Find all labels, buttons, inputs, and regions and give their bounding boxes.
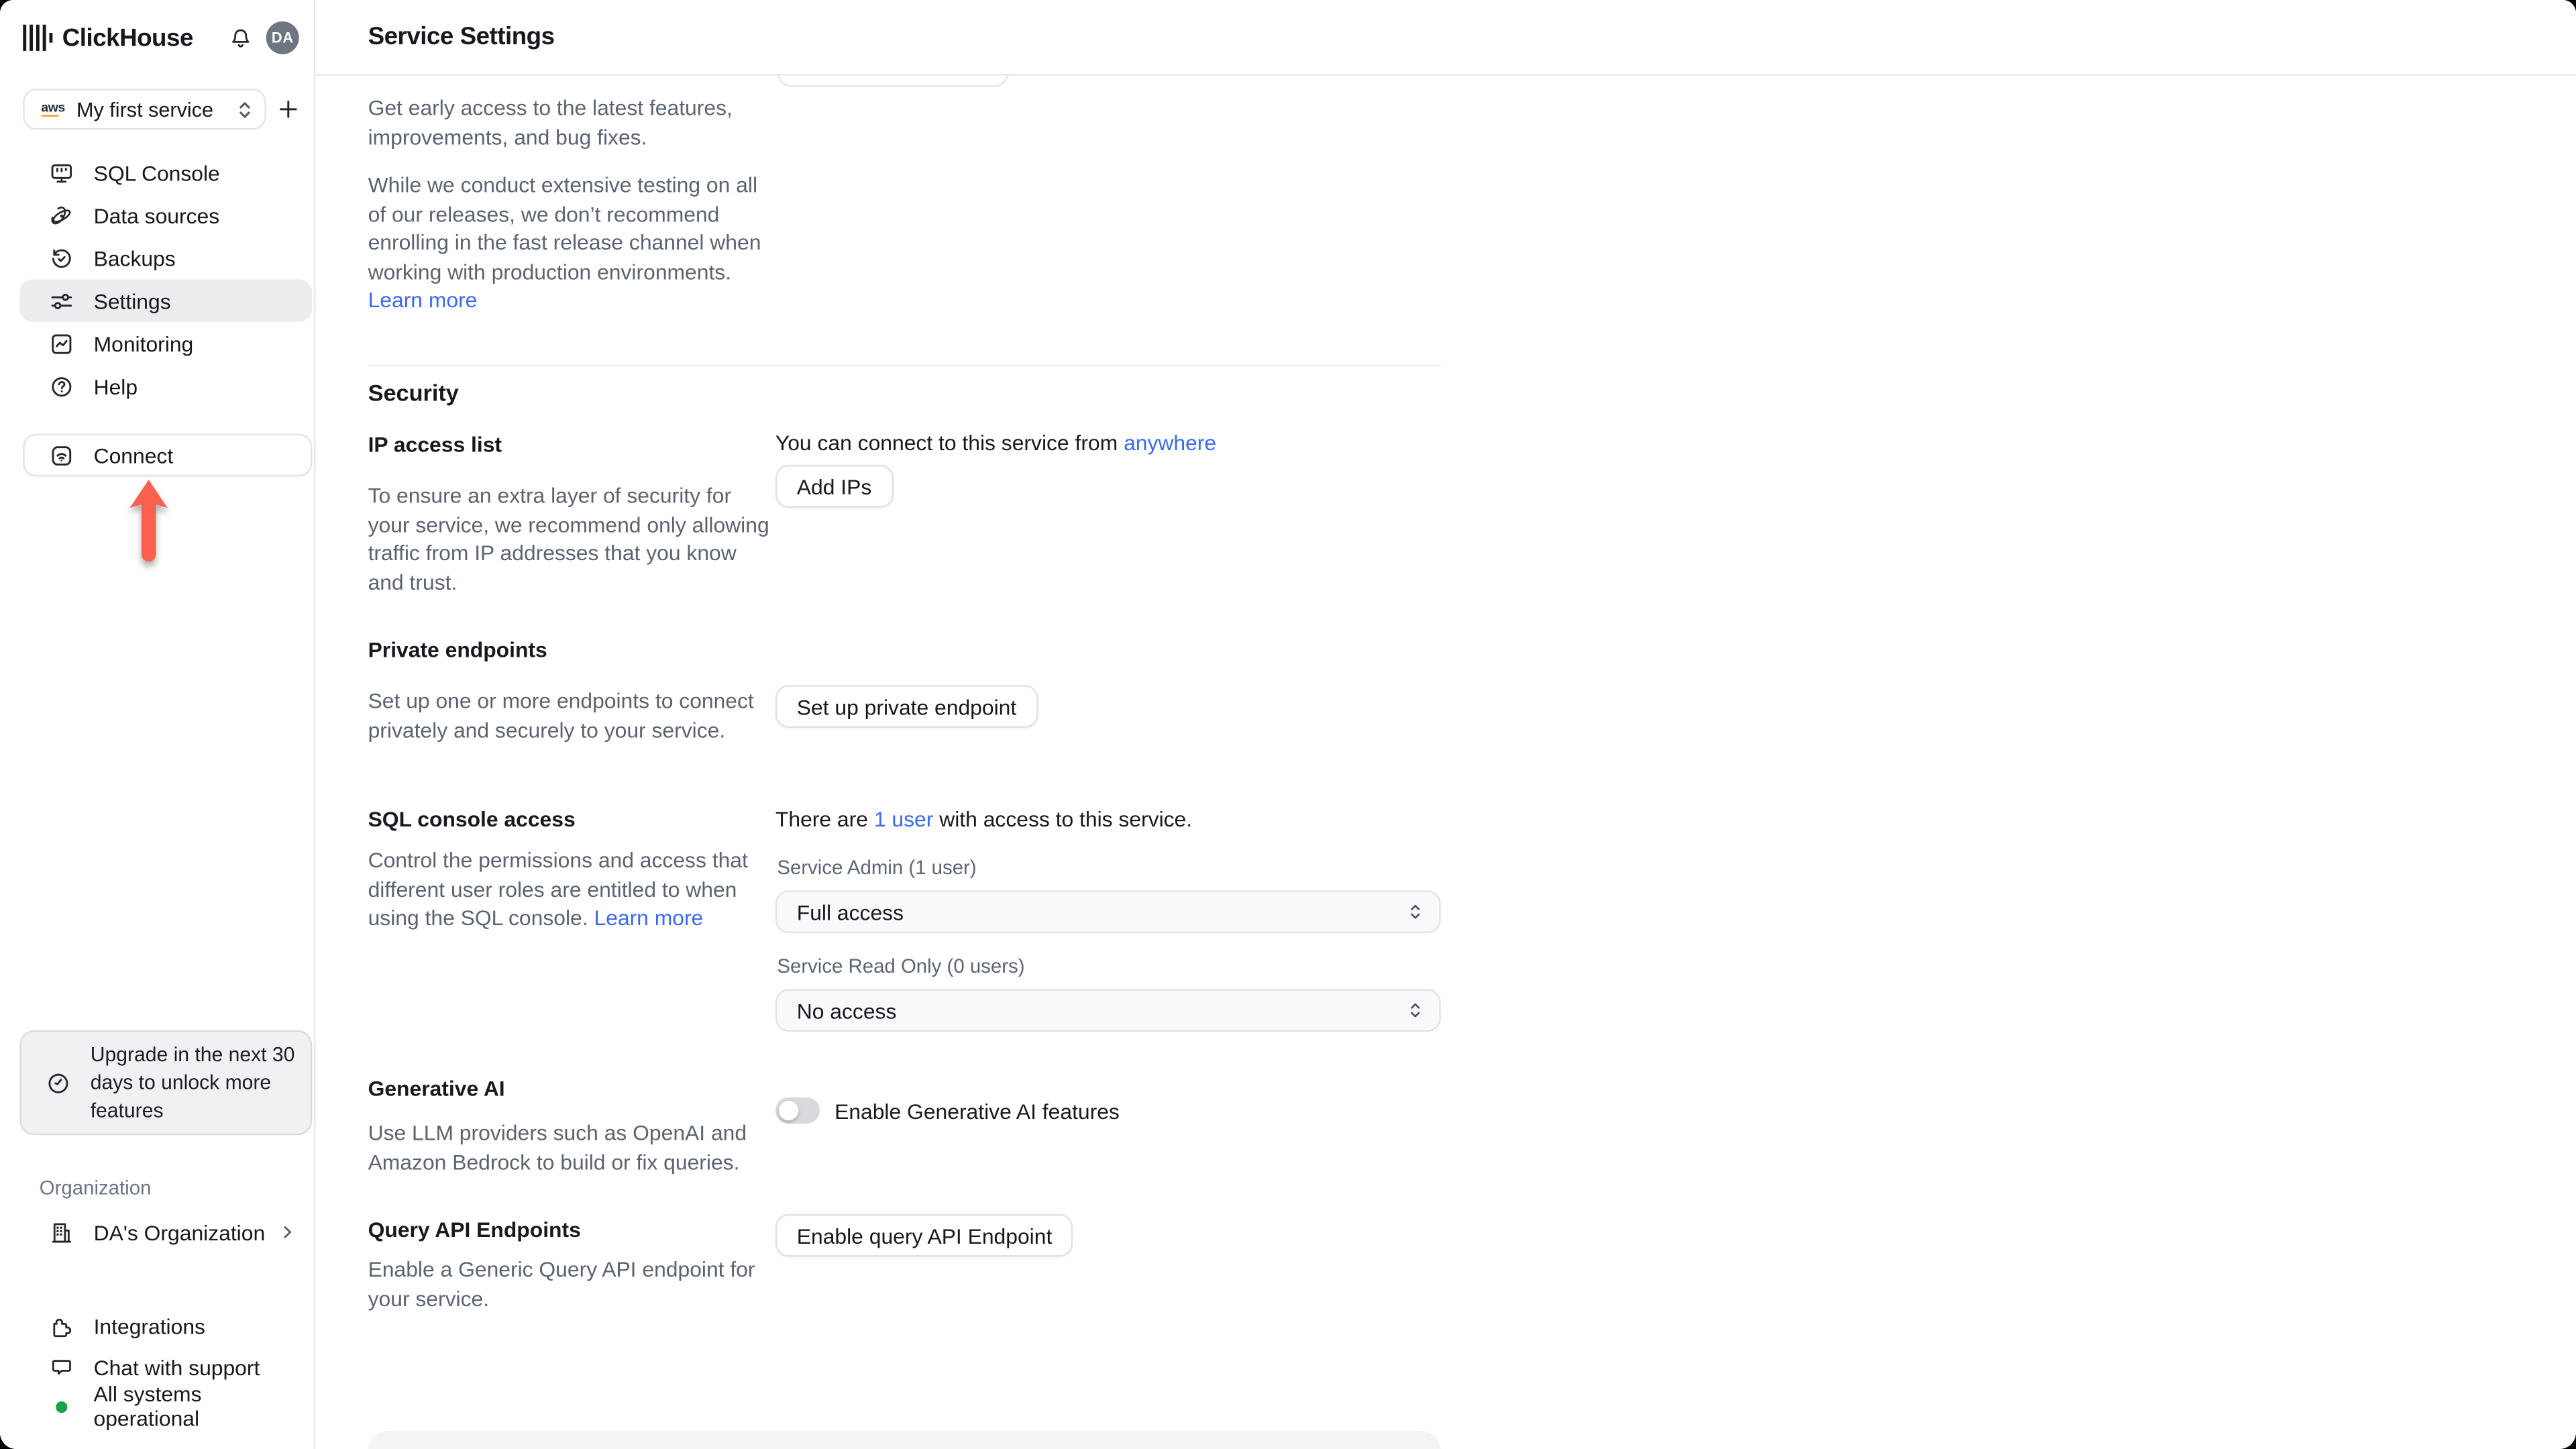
annotation-arrow-icon xyxy=(128,478,169,564)
sidebar-item-chat-support[interactable]: Chat with support xyxy=(19,1347,312,1387)
chevron-up-down-icon xyxy=(237,99,253,119)
generative-ai-toggle-label: Enable Generative AI features xyxy=(835,1098,1120,1123)
query-api-endpoints-description: Enable a Generic Query API endpoint for … xyxy=(368,1256,755,1311)
ip-access-connect-line: You can connect to this service from any… xyxy=(775,430,1217,455)
sidebar-item-monitoring[interactable]: Monitoring xyxy=(19,322,312,365)
release-channel-description-1: Get early access to the latest features,… xyxy=(368,95,733,149)
sidebar-item-label: SQL Console xyxy=(93,160,220,185)
backups-restore-icon xyxy=(49,246,74,270)
sidebar-item-backups[interactable]: Backups xyxy=(19,237,312,280)
one-user-link[interactable]: 1 user xyxy=(874,806,934,831)
learn-more-link[interactable]: Learn more xyxy=(368,288,478,313)
sql-console-access-title: SQL console access xyxy=(368,806,576,832)
sidebar-item-sql-console[interactable]: SQL Console xyxy=(19,151,312,194)
sql-console-access-description: Control the permissions and access that … xyxy=(368,847,748,930)
integrations-puzzle-icon xyxy=(49,1313,74,1338)
clickhouse-logo-icon xyxy=(23,24,53,51)
sidebar: ClickHouse DA aws My first service SQL C… xyxy=(0,0,316,1449)
sql-console-users-line: There are 1 user with access to this ser… xyxy=(775,806,1193,832)
page-header: Service Settings xyxy=(315,0,2576,76)
query-api-endpoints-title: Query API Endpoints xyxy=(368,1217,581,1242)
ip-access-list-description: To ensure an extra layer of security for… xyxy=(368,483,769,594)
chevron-right-icon xyxy=(279,1224,295,1240)
connect-icon xyxy=(49,443,74,468)
generative-ai-toggle-row: Enable Generative AI features xyxy=(775,1097,1120,1124)
service-admin-select[interactable]: Full access xyxy=(775,890,1441,934)
sidebar-item-label: Settings xyxy=(93,288,171,313)
ip-access-list-title: IP access list xyxy=(368,432,502,457)
add-service-button[interactable] xyxy=(270,91,306,127)
sidebar-item-label: Backups xyxy=(93,246,176,270)
private-endpoints-title: Private endpoints xyxy=(368,637,547,662)
sidebar-item-label: Data sources xyxy=(93,203,220,228)
chevron-up-down-icon xyxy=(1408,902,1423,921)
generative-ai-toggle[interactable] xyxy=(775,1097,820,1124)
sidebar-item-help[interactable]: Help xyxy=(19,365,312,408)
main-content: Service Settings Get early access to the… xyxy=(315,0,2576,1449)
status-green-dot-icon xyxy=(56,1400,68,1412)
service-selector-label: My first service xyxy=(76,97,214,121)
chevron-up-down-icon xyxy=(1408,1000,1423,1020)
data-sources-icon xyxy=(49,203,74,227)
service-admin-label: Service Admin (1 user) xyxy=(777,855,977,879)
upgrade-notice-text: Upgrade in the next 30 days to unlock mo… xyxy=(90,1042,295,1122)
service-read-only-select-value: No access xyxy=(796,998,897,1023)
setup-private-endpoint-button[interactable]: Set up private endpoint xyxy=(775,685,1038,728)
learn-more-link[interactable]: Learn more xyxy=(594,905,703,930)
enable-query-api-endpoint-button[interactable]: Enable query API Endpoint xyxy=(775,1214,1074,1257)
sidebar-item-settings[interactable]: Settings xyxy=(19,279,313,323)
upgrade-notice[interactable]: Upgrade in the next 30 days to unlock mo… xyxy=(19,1030,313,1136)
add-ips-button[interactable]: Add IPs xyxy=(775,465,894,508)
sidebar-item-label: Help xyxy=(93,374,138,398)
release-channel-select-partial[interactable] xyxy=(777,75,1009,87)
monitoring-chart-icon xyxy=(49,331,74,356)
private-endpoints-description: Set up one or more endpoints to connect … xyxy=(368,688,754,742)
brand-name: ClickHouse xyxy=(62,23,194,52)
service-read-only-select[interactable]: No access xyxy=(775,989,1441,1032)
organization-item[interactable]: DA's Organization xyxy=(19,1212,312,1252)
settings-sliders-icon xyxy=(49,288,74,313)
next-section-card-partial xyxy=(368,1431,1441,1449)
section-divider xyxy=(368,364,1441,367)
service-read-only-label: Service Read Only (0 users) xyxy=(777,954,1025,978)
app-window: ClickHouse DA aws My first service SQL C… xyxy=(0,0,2576,1449)
sidebar-nav: SQL Console Data sources Backups Setting… xyxy=(19,151,313,408)
chat-bubble-icon xyxy=(49,1354,74,1379)
connect-button-label: Connect xyxy=(93,443,174,468)
connect-button[interactable]: Connect xyxy=(23,433,313,477)
help-question-icon xyxy=(49,374,74,398)
service-admin-select-value: Full access xyxy=(796,899,904,924)
notifications-bell-icon[interactable] xyxy=(228,25,253,50)
page-title: Service Settings xyxy=(368,23,555,51)
anywhere-link[interactable]: anywhere xyxy=(1124,431,1216,455)
sidebar-item-label: Integrations xyxy=(93,1313,205,1338)
organization-section-label: Organization xyxy=(39,1176,152,1199)
avatar[interactable]: DA xyxy=(266,21,299,54)
sidebar-item-integrations[interactable]: Integrations xyxy=(19,1306,312,1346)
system-status[interactable]: All systems operational xyxy=(19,1382,312,1431)
sql-console-icon xyxy=(49,160,74,185)
organization-building-icon xyxy=(49,1220,74,1244)
generative-ai-title: Generative AI xyxy=(368,1076,505,1101)
generative-ai-description: Use LLM providers such as OpenAI and Ama… xyxy=(368,1120,747,1174)
organization-name: DA's Organization xyxy=(93,1220,266,1245)
sidebar-item-label: Chat with support xyxy=(93,1354,260,1379)
sidebar-item-label: Monitoring xyxy=(93,331,194,356)
security-heading: Security xyxy=(368,379,459,406)
release-channel-description-2: While we conduct extensive testing on al… xyxy=(368,172,761,313)
clock-icon xyxy=(46,1071,71,1095)
service-selector[interactable]: aws My first service xyxy=(23,89,266,130)
sidebar-item-data-sources[interactable]: Data sources xyxy=(19,194,312,237)
status-label: All systems operational xyxy=(93,1381,202,1432)
brand-row: ClickHouse DA xyxy=(23,19,299,56)
aws-provider-icon: aws xyxy=(41,99,65,115)
